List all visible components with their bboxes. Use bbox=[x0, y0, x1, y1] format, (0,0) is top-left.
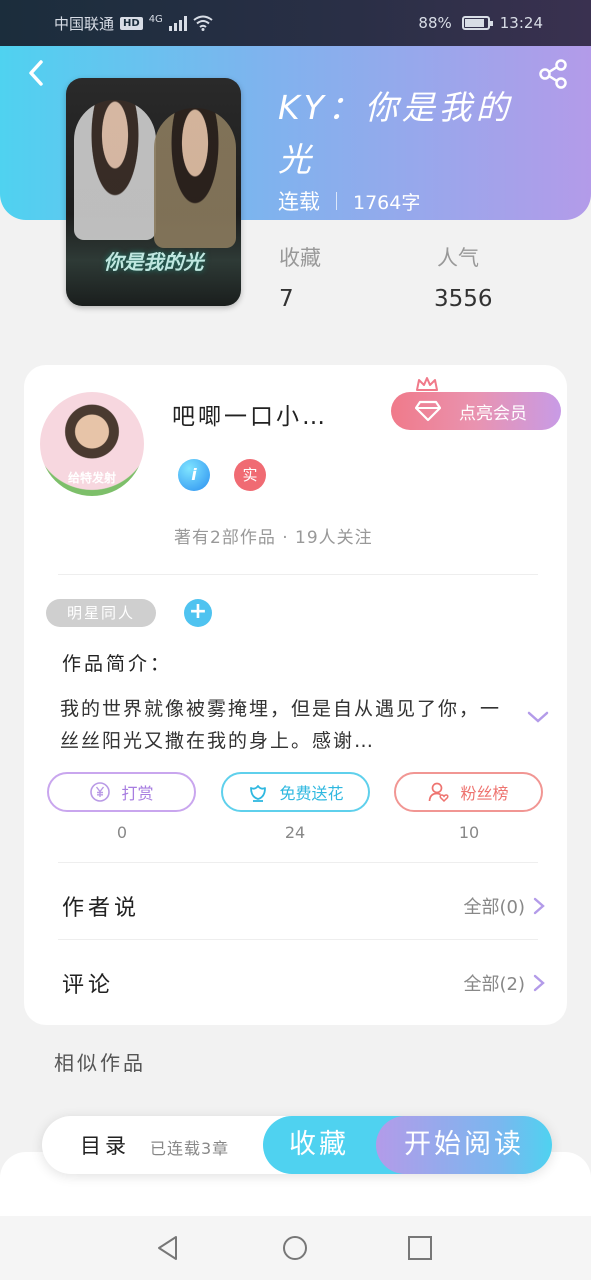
diamond-icon bbox=[415, 400, 441, 422]
popularity-label: 人气 bbox=[437, 246, 479, 270]
avatar-caption: 给特发射 bbox=[67, 471, 116, 485]
book-title: KY：你是我的光 bbox=[278, 88, 513, 179]
cover-figure-right bbox=[154, 108, 236, 248]
author-says-count: 全部(0) bbox=[463, 897, 526, 918]
divider bbox=[58, 862, 538, 863]
add-tag-button[interactable]: + bbox=[184, 599, 212, 627]
reward-count: 0 bbox=[116, 823, 128, 842]
favorites-label: 收藏 bbox=[279, 246, 321, 270]
flower-label: 免费送花 bbox=[279, 784, 344, 803]
genre-tag[interactable]: 明星同人 bbox=[46, 599, 156, 627]
clock: 13:24 bbox=[499, 14, 543, 32]
back-icon[interactable] bbox=[22, 58, 52, 88]
verified-badge-icon[interactable]: i bbox=[178, 459, 210, 491]
book-info-card: 给特发射 吧唧一口小… 点亮会员 i 实 著有2部作品 · 19人关注 明星同人… bbox=[24, 365, 567, 1025]
wifi-icon bbox=[193, 15, 213, 31]
nav-home-icon[interactable] bbox=[281, 1234, 309, 1262]
book-cover[interactable]: 你是我的光 bbox=[66, 78, 241, 306]
author-name[interactable]: 吧唧一口小… bbox=[172, 397, 328, 431]
author-meta: 著有2部作品 · 19人关注 bbox=[174, 528, 373, 548]
author-avatar[interactable]: 给特发射 bbox=[40, 392, 144, 496]
cover-title-art: 你是我的光 bbox=[103, 250, 204, 274]
fans-count: 10 bbox=[458, 823, 480, 842]
fans-label: 粉丝榜 bbox=[460, 784, 509, 803]
divider bbox=[58, 939, 538, 940]
book-status: 连载 bbox=[278, 190, 320, 214]
cover-figure-left bbox=[74, 100, 156, 240]
system-nav-bar bbox=[0, 1216, 591, 1280]
share-icon[interactable] bbox=[537, 58, 569, 90]
yen-icon bbox=[90, 782, 111, 802]
status-bar: 中国联通 HD 4G 88% 13:24 bbox=[0, 0, 591, 46]
divider bbox=[58, 574, 538, 575]
book-meta: 连载 1764字 bbox=[278, 186, 420, 216]
comments-title: 评论 bbox=[62, 973, 115, 998]
battery-icon bbox=[461, 16, 493, 30]
network-type: 4G bbox=[148, 13, 163, 25]
vip-label: 点亮会员 bbox=[459, 403, 527, 424]
popularity-value: 3556 bbox=[434, 286, 493, 312]
comments-more[interactable]: 全部(2) bbox=[464, 970, 546, 996]
nav-back-icon[interactable] bbox=[154, 1234, 182, 1262]
vip-button[interactable]: 点亮会员 bbox=[391, 377, 561, 430]
flower-icon bbox=[250, 785, 267, 802]
nav-recents-icon[interactable] bbox=[406, 1234, 434, 1262]
start-reading-button[interactable]: 开始阅读 bbox=[376, 1116, 552, 1174]
send-flower-button[interactable]: 免费送花 bbox=[221, 772, 370, 812]
meta-divider bbox=[336, 192, 337, 210]
intro-label: 作品简介： bbox=[62, 653, 173, 675]
bottom-action-bar: 目录 已连载3章 收藏 开始阅读 bbox=[42, 1116, 552, 1174]
chevron-right-icon bbox=[533, 974, 545, 992]
battery-percent: 88% bbox=[418, 14, 452, 32]
real-name-badge[interactable]: 实 bbox=[234, 459, 266, 491]
similar-works-title: 相似作品 bbox=[54, 1051, 146, 1075]
chevron-down-icon[interactable] bbox=[527, 709, 549, 725]
crown-icon bbox=[416, 377, 438, 391]
reward-label: 打赏 bbox=[121, 784, 154, 803]
hd-icon: HD bbox=[120, 16, 143, 30]
comments-count: 全部(2) bbox=[463, 974, 526, 995]
fans-ranking-button[interactable]: 粉丝榜 bbox=[394, 772, 543, 812]
flower-count: 24 bbox=[284, 823, 306, 842]
signal-icon bbox=[168, 15, 187, 31]
chapter-count: 已连载3章 bbox=[150, 1139, 230, 1158]
table-of-contents-button[interactable]: 目录 bbox=[80, 1130, 130, 1160]
user-heart-icon bbox=[429, 782, 450, 803]
reward-button[interactable]: 打赏 bbox=[47, 772, 196, 812]
intro-text: 我的世界就像被雾掩埋，但是自从遇见了你，一丝丝阳光又撒在我的身上。感谢… bbox=[60, 698, 502, 752]
favorites-value: 7 bbox=[279, 286, 294, 312]
word-count: 1764字 bbox=[353, 191, 421, 214]
author-says-title: 作者说 bbox=[62, 896, 141, 921]
chevron-right-icon bbox=[533, 897, 545, 915]
author-says-more[interactable]: 全部(0) bbox=[464, 893, 546, 919]
carrier-text: 中国联通 bbox=[54, 14, 115, 33]
